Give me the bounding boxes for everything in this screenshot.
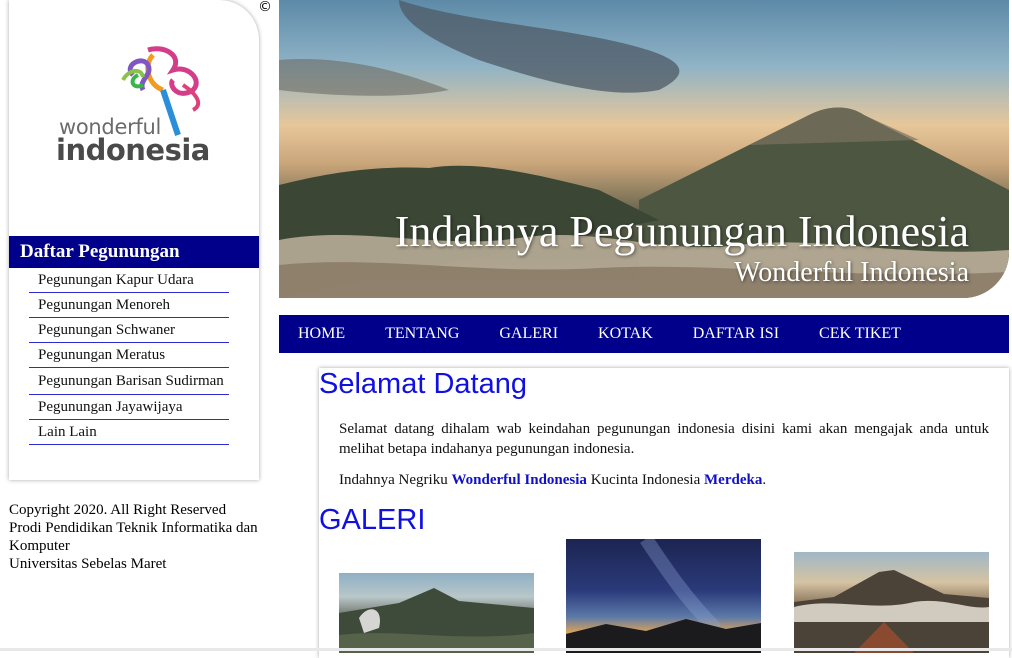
- sidebar-item-kapur-udara[interactable]: Pegunungan Kapur Udara: [29, 268, 229, 293]
- gallery-image-bromo-art: [339, 588, 534, 653]
- sidebar-item-jayawijaya[interactable]: Pegunungan Jayawijaya: [29, 395, 229, 420]
- tagline-middle: Kucinta Indonesia: [586, 472, 704, 488]
- gallery-image-sunrise[interactable]: [794, 552, 989, 653]
- welcome-text: Selamat datang dihalam wab keindahan peg…: [339, 421, 989, 457]
- gallery-image-milkyway-art: [566, 539, 761, 653]
- nav-galeri[interactable]: GALERI: [499, 325, 558, 343]
- wonderful-indonesia-logo[interactable]: wonderful indonesia: [53, 45, 233, 170]
- main-nav: HOME TENTANG GALERI KOTAK DAFTAR ISI CEK…: [279, 315, 1009, 353]
- tagline-suffix: .: [762, 472, 767, 488]
- sidebar-list: Pegunungan Kapur Udara Pegunungan Menore…: [29, 268, 229, 445]
- sidebar-item-menoreh[interactable]: Pegunungan Menoreh: [29, 293, 229, 318]
- tagline-prefix: Indahnya Negriku: [339, 472, 452, 488]
- sidebar-heading: Daftar Pegunungan: [9, 236, 259, 268]
- sidebar-item-schwaner[interactable]: Pegunungan Schwaner: [29, 318, 229, 343]
- nav-cek-tiket[interactable]: CEK TIKET: [819, 325, 901, 343]
- logo-text-indonesia: indonesia: [56, 133, 210, 167]
- header-banner: Indahnya Pegunungan Indonesia Wonderful …: [279, 0, 1009, 298]
- footer-copyright: Copyright 2020. All Right Reserved: [9, 502, 227, 518]
- nav-home[interactable]: HOME: [298, 325, 345, 343]
- nav-tentang[interactable]: TENTANG: [385, 325, 459, 343]
- banner-subtitle: Wonderful Indonesia: [734, 257, 969, 288]
- sidebar: wonderful indonesia Daftar Pegunungan Pe…: [9, 0, 259, 480]
- copyright-icon: ©: [258, 0, 272, 15]
- welcome-heading: Selamat Datang: [319, 368, 527, 400]
- gallery-image-sunrise-art: [794, 570, 989, 653]
- banner-title: Indahnya Pegunungan Indonesia: [394, 207, 969, 256]
- gallery-heading: GALERI: [319, 504, 426, 536]
- tagline-merdeka: Merdeka: [704, 472, 763, 488]
- footer-prodi: Prodi Pendidikan Teknik Informatika dan …: [9, 520, 258, 554]
- footer-university: Universitas Sebelas Maret: [9, 556, 167, 572]
- sidebar-item-meratus[interactable]: Pegunungan Meratus: [29, 343, 229, 368]
- tagline-wonderful-indonesia: Wonderful Indonesia: [451, 472, 587, 488]
- footer: Copyright 2020. All Right Reserved Prodi…: [9, 501, 299, 573]
- main-content: Selamat Datang Selamat datang dihalam wa…: [319, 368, 1009, 658]
- nav-daftar-isi[interactable]: DAFTAR ISI: [693, 325, 779, 343]
- gallery-image-milkyway[interactable]: [566, 539, 761, 653]
- tagline: Indahnya Negriku Wonderful Indonesia Kuc…: [339, 470, 989, 490]
- sidebar-item-lain-lain[interactable]: Lain Lain: [29, 420, 229, 445]
- gallery-image-bromo[interactable]: [339, 573, 534, 653]
- nav-kotak[interactable]: KOTAK: [598, 325, 653, 343]
- sidebar-item-barisan-sudirman[interactable]: Pegunungan Barisan Sudirman: [29, 368, 229, 395]
